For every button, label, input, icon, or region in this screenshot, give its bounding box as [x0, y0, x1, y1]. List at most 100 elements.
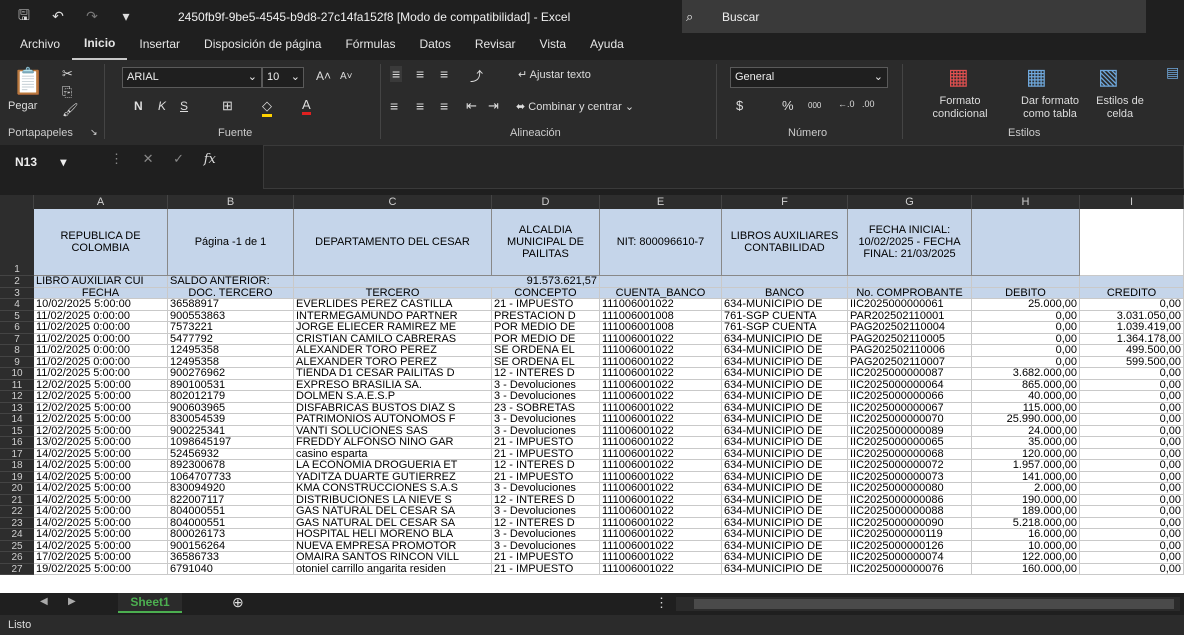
table-cell[interactable]: 13/02/2025 5:00:00: [34, 437, 168, 449]
table-cell[interactable]: 21 - IMPUESTO: [492, 471, 600, 483]
decrease-decimal-icon[interactable]: .00: [862, 99, 875, 109]
enter-icon[interactable]: ✓: [173, 151, 184, 166]
table-cell[interactable]: 14/02/2025 5:00:00: [34, 506, 168, 518]
table-cell[interactable]: 634-MUNICIPIO DE: [722, 425, 848, 437]
align-center-icon[interactable]: ≡: [416, 98, 424, 114]
table-cell[interactable]: IIC2025000000064: [848, 379, 972, 391]
table-cell[interactable]: 0,00: [1080, 517, 1184, 529]
table-cell[interactable]: 40.000,00: [972, 391, 1080, 403]
cancel-icon[interactable]: ✕: [143, 151, 154, 166]
insert-function-icon[interactable]: fx: [204, 152, 216, 167]
table-cell[interactable]: 111006001022: [600, 448, 722, 460]
table-cell[interactable]: 0,00: [1080, 391, 1184, 403]
table-cell[interactable]: 12 - INTERÉS D: [492, 368, 600, 380]
table-cell[interactable]: 0,00: [972, 345, 1080, 357]
table-cell[interactable]: 0,00: [1080, 494, 1184, 506]
cells-group-icon[interactable]: ▤: [1166, 64, 1179, 81]
table-cell[interactable]: GAS NATURAL DEL CESAR SA: [294, 517, 492, 529]
row-header[interactable]: 7: [0, 333, 34, 345]
table-cell[interactable]: 3 - Devoluciones: [492, 414, 600, 426]
table-cell[interactable]: 111006001022: [600, 402, 722, 414]
table-cell[interactable]: PAR202502110001: [848, 310, 972, 322]
table-cell[interactable]: 111006001022: [600, 356, 722, 368]
table-cell[interactable]: IIC2025000000076: [848, 563, 972, 575]
table-cell[interactable]: 634-MUNICIPIO DE: [722, 460, 848, 472]
table-cell[interactable]: 12/02/2025 5:00:00: [34, 379, 168, 391]
table-cell[interactable]: 634-MUNICIPIO DE: [722, 494, 848, 506]
table-cell[interactable]: 7573221: [168, 322, 294, 334]
row-header[interactable]: 1: [0, 209, 34, 276]
undo-icon[interactable]: ↶: [48, 8, 68, 25]
number-format-dropdown[interactable]: General ⌄: [730, 67, 888, 88]
search-box[interactable]: ⌕ Buscar: [682, 0, 1146, 33]
more-icon[interactable]: ⋮: [110, 151, 123, 166]
table-cell[interactable]: 3 - Devoluciones: [492, 425, 600, 437]
row-header[interactable]: 19: [0, 471, 34, 483]
dialog-launcher-icon[interactable]: ↘: [90, 127, 98, 138]
align-middle-icon[interactable]: ≡: [416, 66, 424, 82]
table-cell[interactable]: ALEXANDER TORO PEREZ: [294, 356, 492, 368]
table-cell[interactable]: 111006001022: [600, 506, 722, 518]
scrollbar-thumb[interactable]: [694, 599, 1174, 609]
worksheet-grid[interactable]: A B C D E F G H I 1 2 3 4 5 6 7 8 9 10 11 12 13 14 15 16 17 18 19 20…: [0, 195, 1184, 593]
table-cell[interactable]: 634-MUNICIPIO DE: [722, 437, 848, 449]
table-cell[interactable]: IIC2025000000086: [848, 494, 972, 506]
table-cell[interactable]: 11/02/2025 0:00:00: [34, 322, 168, 334]
table-cell[interactable]: 0,00: [1080, 448, 1184, 460]
horizontal-scrollbar[interactable]: [676, 597, 1180, 611]
table-cell[interactable]: 634-MUNICIPIO DE: [722, 529, 848, 541]
table-cell[interactable]: LA ECONOMIA DROGUERIA ET: [294, 460, 492, 472]
table-cell[interactable]: 111006001022: [600, 345, 722, 357]
table-cell[interactable]: IIC2025000000073: [848, 471, 972, 483]
row-header[interactable]: 14: [0, 414, 34, 426]
table-cell[interactable]: 599.500,00: [1080, 356, 1184, 368]
table-cell[interactable]: 634-MUNICIPIO DE: [722, 391, 848, 403]
table-cell[interactable]: 634-MUNICIPIO DE: [722, 402, 848, 414]
table-cell[interactable]: 0,00: [972, 322, 1080, 334]
formula-input[interactable]: [263, 145, 1184, 189]
table-cell[interactable]: 3 - Devoluciones: [492, 540, 600, 552]
table-cell[interactable]: IIC2025000000088: [848, 506, 972, 518]
table-cell[interactable]: 0,00: [1080, 379, 1184, 391]
row-header[interactable]: 27: [0, 563, 34, 575]
table-cell[interactable]: 761-SGP CUENTA: [722, 322, 848, 334]
orientation-icon[interactable]: ⤴: [470, 66, 483, 85]
column-header[interactable]: D: [492, 195, 600, 209]
table-cell[interactable]: 0,00: [1080, 402, 1184, 414]
table-cell[interactable]: 499.500,00: [1080, 345, 1184, 357]
increase-decimal-icon[interactable]: ←.0: [838, 99, 855, 109]
tab-ayuda[interactable]: Ayuda: [578, 33, 636, 60]
cell-styles-button[interactable]: Estilos de celda: [1090, 95, 1150, 121]
table-cell[interactable]: 111006001022: [600, 529, 722, 541]
table-cell[interactable]: 0,00: [1080, 471, 1184, 483]
prev-sheet-icon[interactable]: ◀: [40, 596, 48, 607]
table-cell[interactable]: 634-MUNICIPIO DE: [722, 506, 848, 518]
table-cell[interactable]: POR MEDIO DE: [492, 333, 600, 345]
table-cell[interactable]: IIC2025000000068: [848, 448, 972, 460]
table-cell[interactable]: 830054539: [168, 414, 294, 426]
table-cell[interactable]: 0,00: [972, 310, 1080, 322]
table-cell[interactable]: EXPRESO BRASILIA SA.: [294, 379, 492, 391]
table-cell[interactable]: 1098645197: [168, 437, 294, 449]
align-top-icon[interactable]: ≡: [390, 66, 403, 82]
table-cell[interactable]: POR MEDIO DE: [492, 322, 600, 334]
table-cell[interactable]: 11/02/2025 5:00:00: [34, 368, 168, 380]
table-cell[interactable]: PAG202502110005: [848, 333, 972, 345]
next-sheet-icon[interactable]: ▶: [68, 596, 76, 607]
table-cell[interactable]: CRISTIAN CAMILO CABRERAS: [294, 333, 492, 345]
row-header[interactable]: 17: [0, 448, 34, 460]
table-cell[interactable]: 830094920: [168, 483, 294, 495]
table-cell[interactable]: 111006001022: [600, 540, 722, 552]
table-cell[interactable]: 12/02/2025 5:00:00: [34, 391, 168, 403]
format-table-button[interactable]: Dar formato como tabla: [1010, 95, 1090, 121]
table-cell[interactable]: 3 - Devoluciones: [492, 391, 600, 403]
table-cell[interactable]: IIC2025000000089: [848, 425, 972, 437]
fill-color-icon[interactable]: ◇: [262, 98, 272, 117]
table-cell[interactable]: 5.218.000,00: [972, 517, 1080, 529]
table-cell[interactable]: 12/02/2025 5:00:00: [34, 414, 168, 426]
table-cell[interactable]: 1.957.000,00: [972, 460, 1080, 472]
italic-button[interactable]: K: [158, 99, 166, 113]
table-cell[interactable]: 0,00: [1080, 506, 1184, 518]
tab-archivo[interactable]: Archivo: [8, 33, 72, 60]
table-cell[interactable]: DISTRIBUCIONES LA NIEVE S: [294, 494, 492, 506]
